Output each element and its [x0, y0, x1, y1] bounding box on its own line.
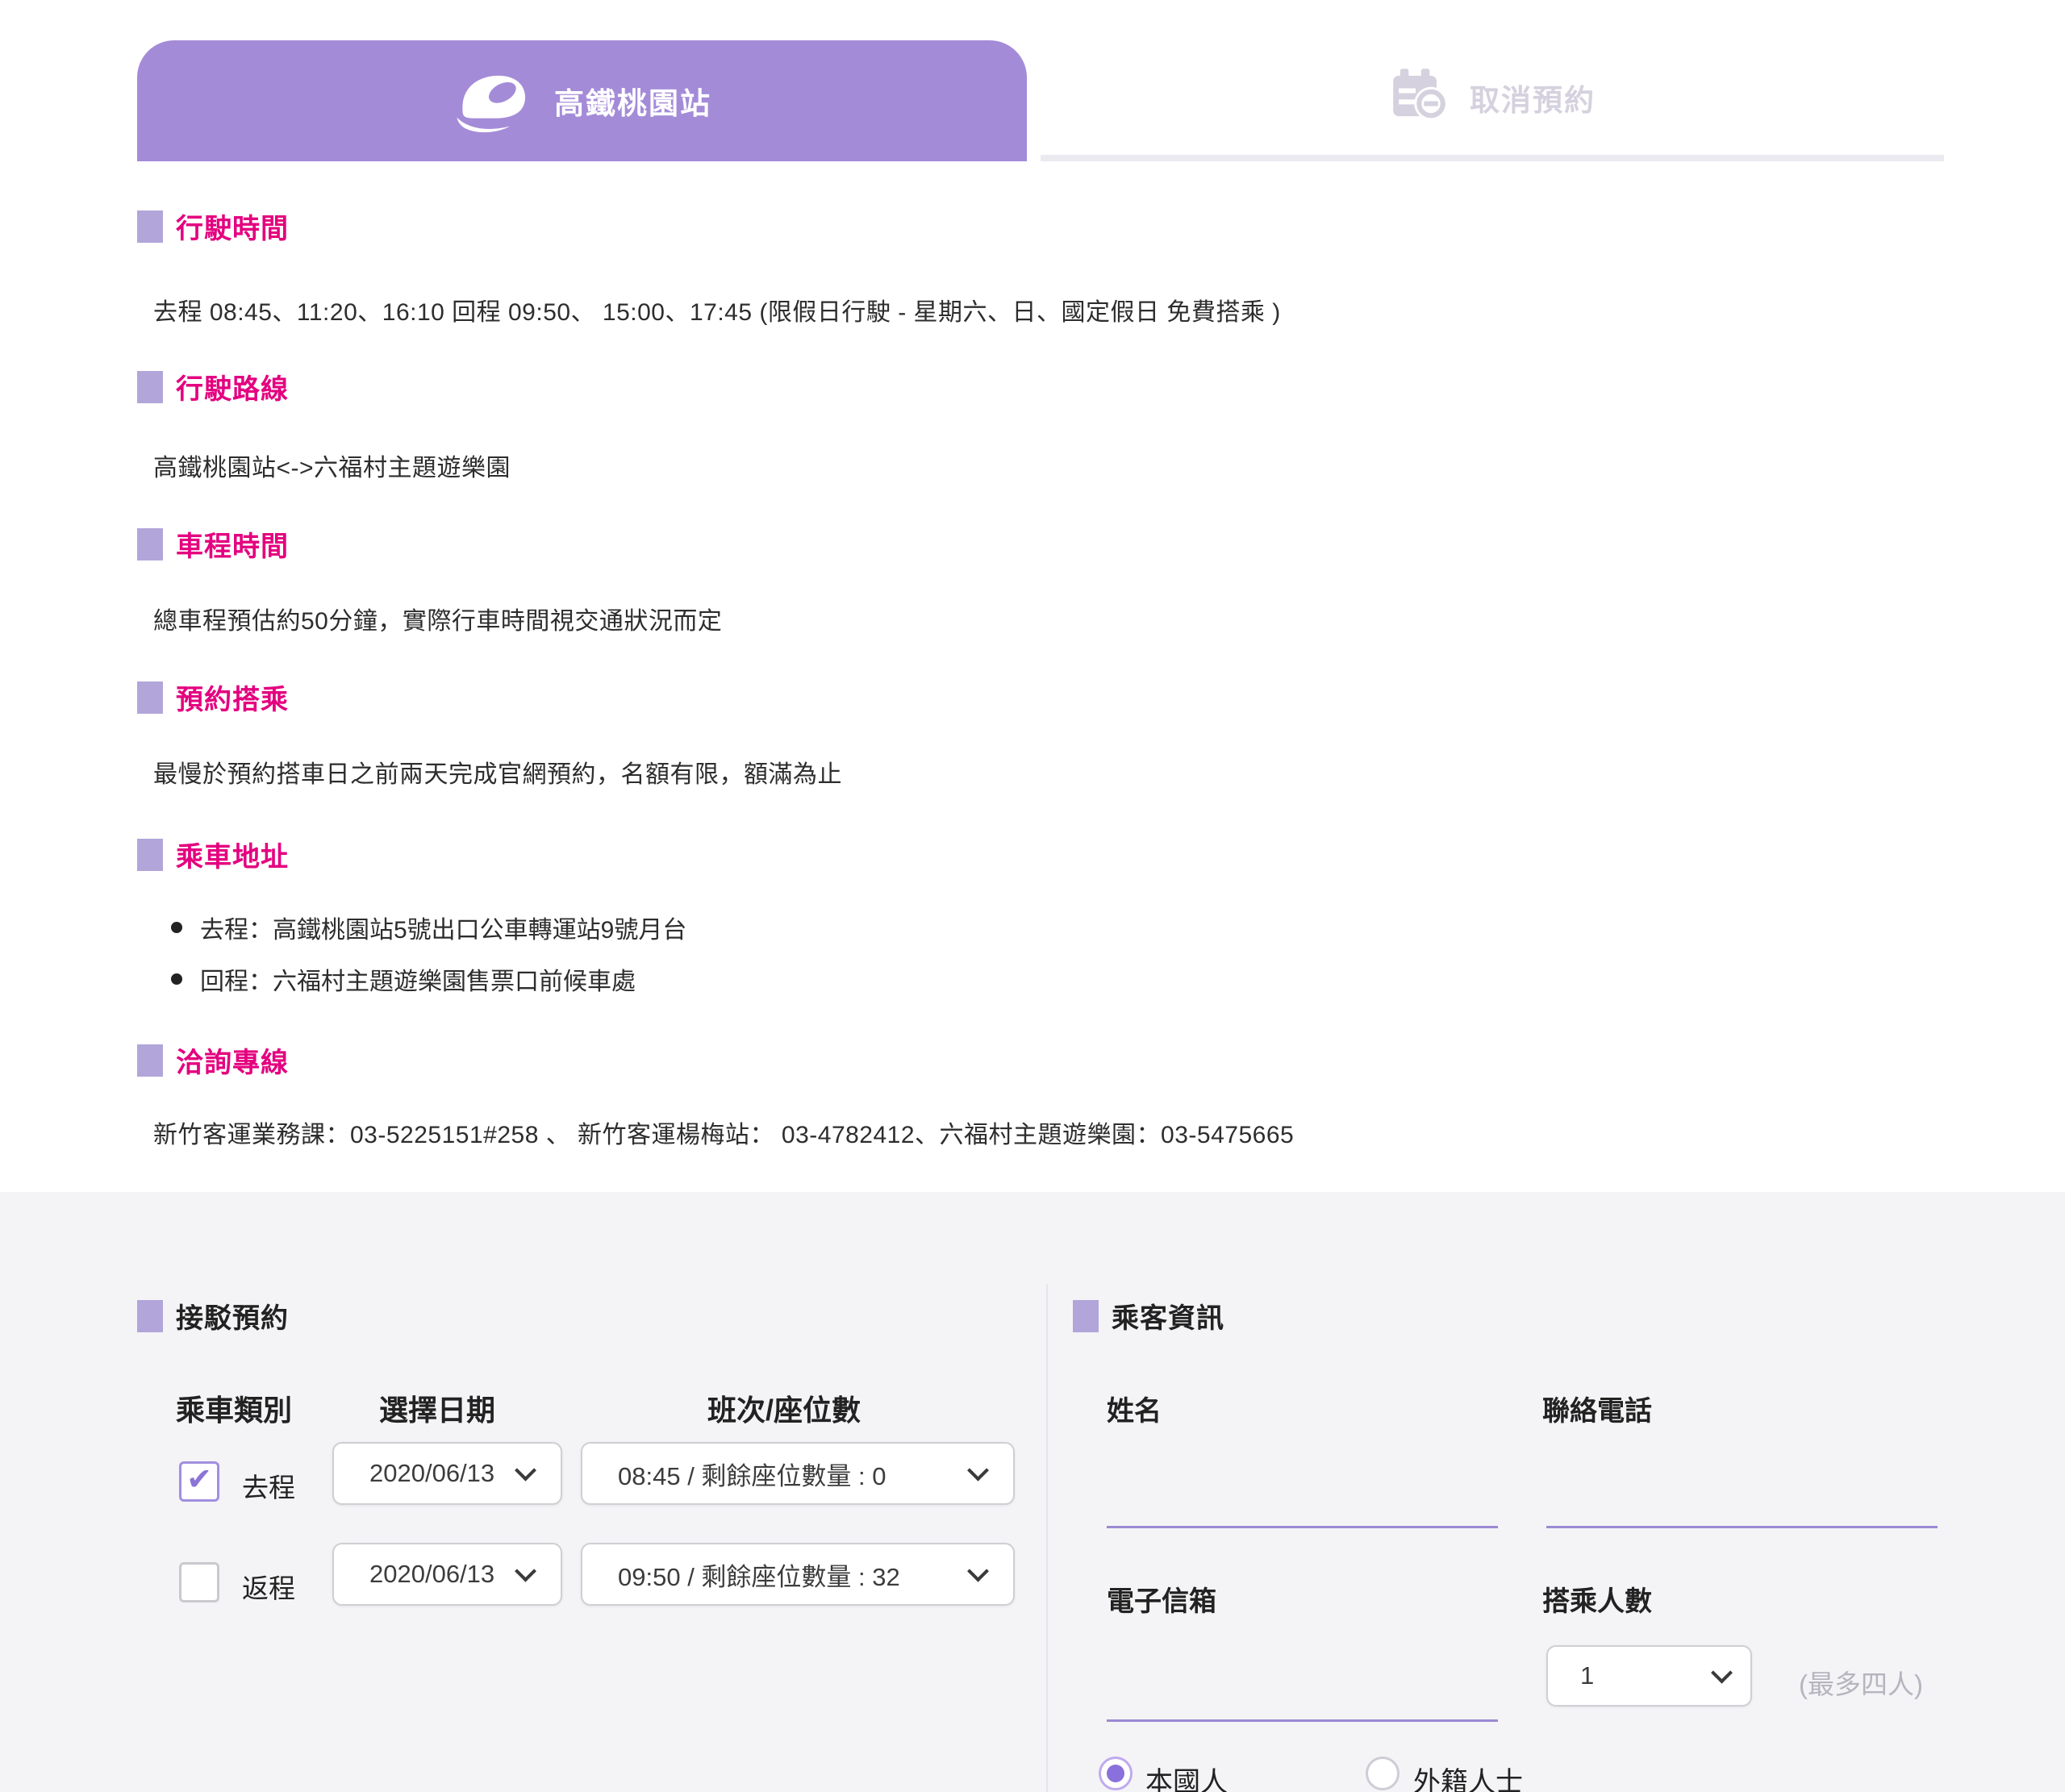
name-label: 姓名: [1107, 1389, 1162, 1428]
chevron-down-icon: [967, 1561, 989, 1582]
square-bullet-icon: [137, 1300, 163, 1332]
chevron-down-icon: [1711, 1662, 1733, 1684]
square-bullet-icon: [137, 1044, 163, 1077]
tab-hsr-taoyuan-station[interactable]: 高鐵桃園站: [137, 40, 1027, 161]
phone-label: 聯絡電話: [1542, 1389, 1652, 1428]
square-bullet-icon: [137, 839, 163, 871]
route-text: 高鐵桃園站<->六福村主題遊樂園: [153, 448, 511, 483]
square-bullet-icon: [137, 210, 163, 243]
nationality-foreign-label[interactable]: 外籍人士: [1413, 1760, 1523, 1792]
column-header-date: 選擇日期: [379, 1387, 495, 1429]
chevron-down-icon: [967, 1460, 989, 1482]
list-bullet-icon: [171, 973, 182, 985]
section-heading-boarding-address: 乘車地址: [137, 835, 289, 874]
section-heading-operating-hours: 行駛時間: [137, 206, 289, 246]
bullet-train-icon: [453, 66, 533, 136]
square-bullet-icon: [137, 528, 163, 561]
shuttle-booking-page: 高鐵桃園站 取消預約 行駛時間 去程 08:45、11:20、16:10 回程 …: [0, 0, 2065, 1792]
tab-cancel-reservation[interactable]: 取消預約: [1041, 40, 1944, 161]
passenger-count-label: 搭乘人數: [1542, 1579, 1652, 1619]
chevron-down-icon: [515, 1561, 536, 1582]
list-item-outbound-address: 去程：高鐵桃園站5號出口公車轉運站9號月台: [171, 910, 686, 945]
section-heading-hotline: 洽詢專線: [137, 1040, 289, 1080]
hotline-text: 新竹客運業務課：03-5225151#258 、 新竹客運楊梅站： 03-478…: [153, 1115, 1294, 1150]
column-header-ride-type: 乘車類別: [176, 1387, 292, 1429]
section-heading-passenger-info: 乘客資訊: [1073, 1296, 1224, 1336]
calendar-cancel-icon: [1389, 65, 1452, 131]
nationality-local-label[interactable]: 本國人: [1145, 1760, 1228, 1792]
name-input[interactable]: [1107, 1526, 1498, 1528]
section-heading-shuttle-booking: 接駁預約: [137, 1296, 289, 1336]
column-divider: [1046, 1284, 1048, 1792]
passenger-count-select[interactable]: 1: [1546, 1645, 1752, 1707]
square-bullet-icon: [1073, 1300, 1099, 1332]
booking-panel: [0, 1192, 2065, 1792]
return-label[interactable]: 返程: [242, 1567, 295, 1606]
tab-hsr-label: 高鐵桃園站: [554, 79, 711, 123]
outbound-slot-select[interactable]: 08:45 / 剩餘座位數量 : 0: [581, 1442, 1015, 1505]
list-item-return-address: 回程：六福村主題遊樂園售票口前候車處: [171, 961, 636, 997]
email-input[interactable]: [1107, 1719, 1498, 1722]
outbound-label[interactable]: 去程: [242, 1466, 295, 1505]
return-slot-select[interactable]: 09:50 / 剩餘座位數量 : 32: [581, 1543, 1015, 1606]
nationality-foreign-radio[interactable]: [1366, 1757, 1400, 1790]
outbound-date-select[interactable]: 2020/06/13: [332, 1442, 562, 1505]
square-bullet-icon: [137, 681, 163, 714]
section-heading-reservation: 預約搭乘: [137, 677, 289, 717]
outbound-checkbox[interactable]: ✔: [179, 1461, 219, 1502]
reservation-text: 最慢於預約搭車日之前兩天完成官網預約，名額有限，額滿為止: [153, 754, 842, 790]
email-label: 電子信箱: [1107, 1579, 1216, 1619]
chevron-down-icon: [515, 1460, 536, 1482]
section-heading-ride-time: 車程時間: [137, 524, 289, 564]
tab-cancel-label: 取消預約: [1470, 76, 1596, 119]
ride-time-text: 總車程預估約50分鐘，實際行車時間視交通狀況而定: [153, 601, 722, 636]
list-bullet-icon: [171, 922, 182, 933]
phone-input[interactable]: [1546, 1526, 1938, 1528]
nationality-local-radio[interactable]: [1099, 1757, 1133, 1790]
return-checkbox[interactable]: [179, 1562, 219, 1602]
column-header-slot-seats: 班次/座位數: [707, 1387, 861, 1429]
return-date-select[interactable]: 2020/06/13: [332, 1543, 562, 1606]
square-bullet-icon: [137, 371, 163, 403]
operating-hours-text: 去程 08:45、11:20、16:10 回程 09:50、 15:00、17:…: [153, 292, 1281, 327]
max-passengers-hint: (最多四人): [1799, 1663, 1923, 1702]
section-heading-route: 行駛路線: [137, 367, 289, 406]
